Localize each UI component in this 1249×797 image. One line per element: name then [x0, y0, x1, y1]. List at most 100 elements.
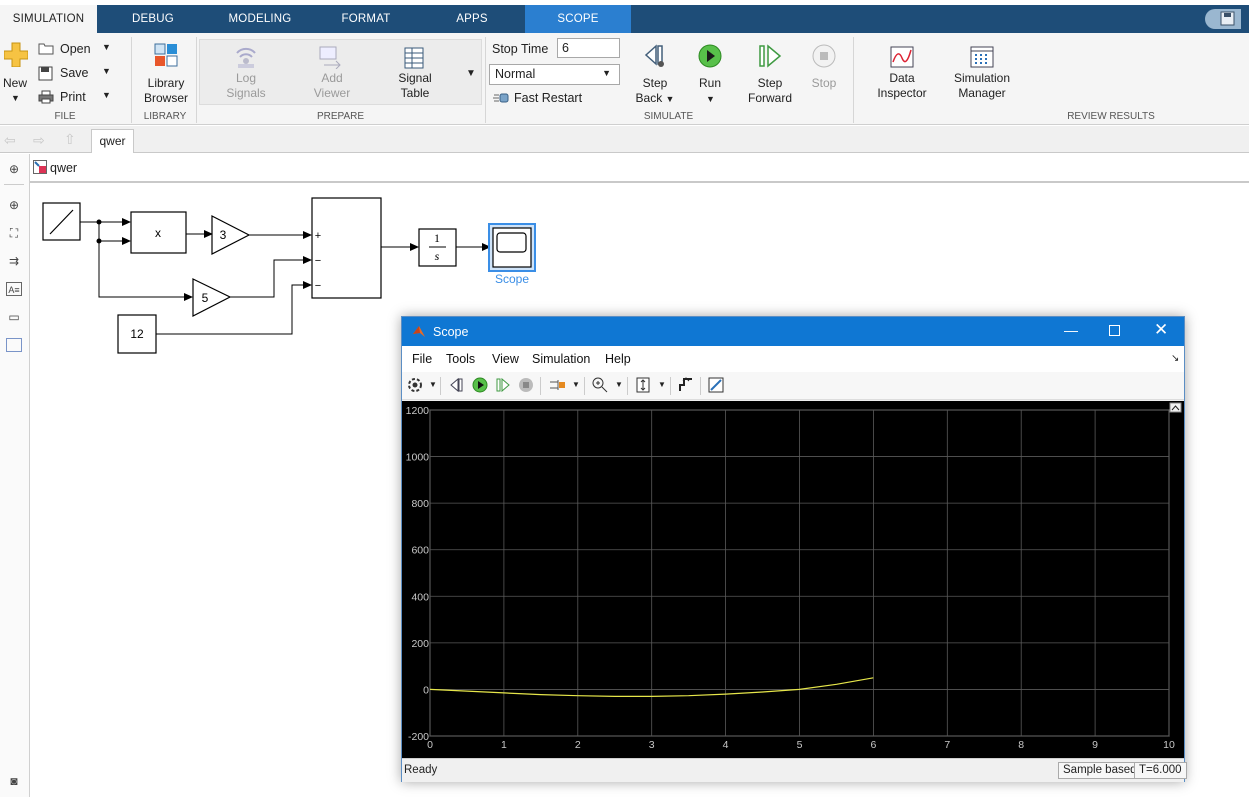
add-viewer-icon	[318, 45, 344, 72]
y-tick-label: 400	[411, 591, 429, 603]
stop-button[interactable]: Stop	[804, 76, 844, 91]
annotation-icon[interactable]: A≡	[6, 282, 22, 296]
close-icon[interactable]: ✕	[1154, 320, 1168, 340]
step-back-button[interactable]: Step Back ▼	[629, 76, 681, 107]
library-browser-icon[interactable]	[154, 43, 178, 70]
constant-block[interactable]: 12	[117, 314, 157, 354]
fast-restart-button[interactable]: Fast Restart	[514, 91, 582, 105]
signal-table-icon	[404, 47, 424, 72]
product-block[interactable]: x	[130, 211, 187, 254]
signal-dropdown-icon[interactable]: ▼	[572, 380, 580, 389]
tab-debug[interactable]: DEBUG	[118, 5, 188, 33]
minimize-icon[interactable]: —	[1064, 322, 1078, 338]
scale-dropdown-icon[interactable]: ▼	[658, 380, 666, 389]
image-icon[interactable]: ▭	[6, 310, 22, 324]
status-ready: Ready	[404, 764, 438, 776]
run-small-icon[interactable]	[472, 377, 488, 393]
menu-help[interactable]: Help	[605, 352, 631, 366]
fit-to-view-icon[interactable]: ⛶	[6, 226, 22, 240]
zoom-dropdown-icon[interactable]: ▼	[615, 380, 623, 389]
open-dropdown-icon[interactable]: ▼	[102, 42, 111, 52]
run-icon	[698, 44, 722, 71]
sum-sign-2: −	[315, 255, 321, 267]
scope-statusbar: Ready Sample based T=6.000	[402, 758, 1187, 782]
open-button[interactable]: Open	[60, 42, 91, 56]
step-forward-button[interactable]: Step Forward	[740, 76, 800, 106]
new-dropdown-icon[interactable]: ▼	[11, 93, 20, 103]
log-signals-button[interactable]: Log Signals	[214, 71, 278, 101]
integrator-denominator: s	[435, 249, 440, 263]
model-tab-qwer[interactable]: qwer	[91, 129, 134, 153]
stop-small-icon[interactable]	[518, 377, 534, 393]
autoscale-toggle-icon[interactable]	[1169, 402, 1182, 413]
ramp-block[interactable]	[42, 202, 81, 241]
tab-modeling[interactable]: MODELING	[218, 5, 302, 33]
step-forward-small-icon[interactable]	[495, 377, 511, 393]
gain-block-3[interactable]: 3	[211, 215, 251, 255]
stop-time-input[interactable]: 6	[557, 38, 620, 58]
new-plus-icon	[3, 42, 29, 68]
review-group-label: REVIEW RESULTS	[1067, 111, 1155, 122]
quick-access-save-button[interactable]	[1205, 9, 1241, 29]
simulation-mode-select[interactable]: Normal ▼	[489, 64, 620, 85]
camera-icon[interactable]: ◙	[6, 774, 22, 788]
menu-file[interactable]: File	[412, 352, 432, 366]
gain-block-5[interactable]: 5	[192, 278, 232, 317]
step-back-small-icon[interactable]	[449, 377, 465, 393]
simulate-group-label: SIMULATE	[643, 111, 694, 122]
prepare-gallery-expand-icon[interactable]: ▼	[466, 68, 476, 79]
run-button[interactable]: Run	[690, 76, 730, 91]
up-arrow-icon[interactable]: ⇧	[64, 131, 76, 148]
print-button[interactable]: Print	[60, 90, 86, 104]
stop-icon	[812, 44, 836, 71]
simulation-manager-button[interactable]: Simulation Manager	[944, 71, 1020, 101]
y-tick-label: 1200	[406, 405, 430, 417]
gear-icon[interactable]	[407, 377, 423, 393]
print-dropdown-icon[interactable]: ▼	[102, 90, 111, 100]
breadcrumb-model-link[interactable]: qwer	[50, 161, 77, 175]
ribbon-separator	[196, 37, 197, 123]
tab-scope[interactable]: SCOPE	[525, 5, 631, 33]
signal-table-label-2: Table	[400, 86, 430, 100]
y-tick-label: 1000	[406, 452, 430, 464]
tab-simulation[interactable]: SIMULATION	[0, 5, 97, 33]
tab-format[interactable]: FORMAT	[333, 5, 399, 33]
signal-table-button[interactable]: Signal Table	[385, 71, 445, 101]
dock-arrow-icon[interactable]: ↘	[1171, 353, 1179, 364]
x-tick-label: 3	[649, 739, 655, 751]
triggers-icon[interactable]	[677, 376, 695, 394]
settings-dropdown-icon[interactable]: ▼	[429, 380, 437, 389]
simulation-manager-label-2: Manager	[958, 86, 1006, 100]
save-button[interactable]: Save	[60, 66, 89, 80]
scope-block[interactable]: Scope	[488, 223, 536, 286]
sum-sign-1: +	[315, 230, 321, 242]
scope-window[interactable]: Scope — ✕ File Tools View Simulation Hel…	[401, 316, 1187, 782]
scope-plot-area[interactable]: -200020040060080010001200 0 1 2 3 4 5 6 7 8 9 10	[402, 401, 1184, 758]
new-label[interactable]: New	[0, 76, 30, 91]
maximize-icon[interactable]	[1109, 325, 1120, 336]
hide-explorer-icon[interactable]: ⊕	[6, 162, 22, 176]
menu-simulation[interactable]: Simulation	[532, 352, 590, 366]
add-viewer-button[interactable]: Add Viewer	[300, 71, 364, 101]
menu-tools[interactable]: Tools	[446, 352, 475, 366]
new-button[interactable]	[3, 41, 29, 70]
zoom-in-icon[interactable]	[592, 377, 608, 393]
menu-view[interactable]: View	[492, 352, 519, 366]
measurements-icon[interactable]	[707, 376, 725, 394]
data-inspector-button[interactable]: Data Inspector	[870, 71, 934, 101]
back-arrow-icon[interactable]: ⇦	[4, 132, 16, 149]
signal-selector-icon[interactable]	[548, 377, 566, 393]
integrator-block[interactable]: 1 s	[418, 228, 457, 267]
area-icon[interactable]	[6, 338, 22, 352]
arrow-right-icon[interactable]: ⇉	[6, 254, 22, 268]
sum-block[interactable]: + − −	[311, 197, 382, 299]
save-dropdown-icon[interactable]: ▼	[102, 66, 111, 76]
tab-apps[interactable]: APPS	[445, 5, 499, 33]
library-browser-button[interactable]: Library Browser	[138, 76, 194, 106]
run-dropdown-icon[interactable]: ▼	[706, 94, 715, 104]
zoom-icon[interactable]: ⊕	[6, 198, 22, 212]
file-group-label: FILE	[54, 111, 76, 122]
scope-titlebar[interactable]: Scope — ✕	[402, 317, 1184, 346]
forward-arrow-icon[interactable]: ⇨	[33, 132, 45, 149]
scale-y-axis-icon[interactable]	[635, 376, 651, 394]
